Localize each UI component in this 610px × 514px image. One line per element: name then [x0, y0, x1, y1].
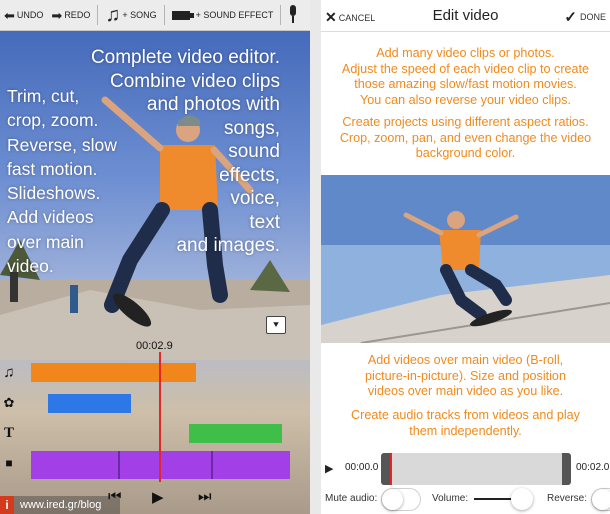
undo-label: UNDO: [16, 10, 44, 20]
promo-line: Slideshows.: [7, 183, 101, 204]
feature-description: Create audio tracks from videos and play…: [321, 408, 610, 439]
feature-line: You can also reverse your video clips.: [360, 92, 571, 107]
editor-toolbar: ⬅ UNDO ➡ REDO ♫ + SONG + SOUND EFFECT: [0, 0, 310, 31]
promo-line: Add videos: [7, 207, 94, 228]
video-track-icon: ■: [5, 456, 13, 470]
playhead-timecode: 00:02.9: [136, 340, 173, 352]
promo-line: Reverse, slow: [7, 134, 117, 155]
play-icon[interactable]: ▶: [325, 462, 333, 475]
sound-effect-icon: [171, 11, 194, 20]
sound-effect-track-icon: ✿: [3, 395, 15, 410]
undo-button[interactable]: ⬅ UNDO: [0, 0, 47, 31]
undo-arrow-icon: ⬅: [4, 7, 15, 23]
feature-line: Adjust the speed of each video clip to c…: [341, 61, 590, 76]
clip-controls: Mute audio: Volume: Reverse:: [321, 485, 610, 514]
add-sound-effect-label: + SOUND EFFECT: [195, 10, 274, 20]
watermark-text: www.ired.gr/blog: [20, 499, 102, 511]
feature-line: picture-in-picture). Size and position: [365, 368, 566, 383]
toggle-knob: [592, 489, 610, 510]
toolbar-divider: [280, 5, 282, 25]
promo-line: video.: [7, 256, 54, 277]
mute-audio-label: Mute audio:: [325, 493, 378, 504]
music-track-icon: ♫: [3, 364, 15, 381]
feature-line: Add many video clips or photos.: [376, 46, 555, 60]
toggle-knob: [382, 489, 403, 510]
redo-label: REDO: [64, 10, 91, 20]
promo-line: Trim, cut,: [7, 86, 80, 106]
feature-line: Add videos over main video (B-roll,: [367, 353, 564, 367]
promo-line: over main: [7, 231, 84, 252]
text-track-icon: T: [3, 425, 14, 441]
feature-line: videos over main video as you like.: [367, 384, 564, 399]
editor-screen: ⬅ UNDO ➡ REDO ♫ + SONG + SOUND EFFECT Co…: [0, 0, 310, 514]
done-button[interactable]: ✓ DONE: [564, 8, 606, 26]
pane-divider: [310, 0, 321, 514]
edit-video-screen: ✕ CANCEL Edit video ✓ DONE Add many vide…: [321, 0, 610, 514]
promo-line: crop, zoom.: [7, 110, 99, 131]
feature-line: those amazing slow/fast motion movies.: [354, 77, 577, 92]
redo-button[interactable]: ➡ REDO: [47, 0, 94, 31]
feature-line: Create projects using different aspect r…: [342, 115, 589, 129]
volume-slider-knob[interactable]: [511, 488, 533, 510]
playhead[interactable]: [159, 352, 161, 482]
feature-line: them independently.: [409, 423, 522, 438]
promo-line: fast motion.: [7, 158, 98, 179]
redo-arrow-icon: ➡: [51, 7, 63, 23]
text-clip[interactable]: [189, 424, 282, 443]
reverse-toggle[interactable]: [591, 488, 610, 511]
song-clip[interactable]: [31, 363, 196, 382]
clip-trimmer: ▶ 00:00.0 00:02.0: [321, 446, 610, 486]
video-preview: [321, 175, 610, 343]
checkmark-icon: ✓: [564, 9, 577, 26]
watermark-badge: i: [0, 496, 14, 514]
music-note-icon: ♫: [105, 4, 121, 26]
volume-label: Volume:: [432, 493, 469, 504]
toolbar-divider: [163, 5, 165, 25]
add-song-label: + SONG: [122, 10, 157, 20]
site-watermark: i www.ired.gr/blog: [0, 496, 120, 514]
sound-effect-clip[interactable]: [48, 394, 131, 413]
trim-position-marker[interactable]: [390, 453, 392, 485]
trim-strip[interactable]: [381, 453, 571, 485]
toolbar-divider: [97, 5, 99, 25]
clip-divider: [211, 451, 213, 479]
promo-line: Complete video editor.: [90, 47, 280, 68]
reverse-label: Reverse:: [547, 493, 588, 504]
nav-bar: ✕ CANCEL Edit video ✓ DONE: [321, 0, 610, 32]
feature-description: Add many video clips or photos. Adjust t…: [321, 46, 610, 108]
feature-line: Create audio tracks from videos and play: [351, 408, 580, 422]
collapse-tray-icon[interactable]: ⯆: [266, 316, 286, 334]
feature-description: Create projects using different aspect r…: [321, 115, 610, 162]
feature-line: Crop, zoom, pan, and even change the vid…: [339, 130, 592, 145]
start-time: 00:00.0: [345, 462, 379, 473]
clip-divider: [118, 451, 120, 479]
add-song-button[interactable]: ♫ + SONG: [101, 0, 160, 31]
mute-audio-toggle[interactable]: [381, 488, 421, 511]
add-voice-button[interactable]: [284, 0, 302, 31]
promo-text-left: Trim, cut, crop, zoom. Reverse, slow fas…: [7, 84, 177, 278]
play-icon[interactable]: ▶: [152, 488, 164, 506]
feature-line: background color.: [415, 146, 516, 161]
feature-description: Add videos over main video (B-roll, pict…: [321, 353, 610, 400]
microphone-icon: [290, 5, 297, 23]
add-sound-effect-button[interactable]: + SOUND EFFECT: [168, 0, 278, 31]
done-label: DONE: [579, 12, 606, 22]
end-time: 00:02.0: [576, 462, 610, 473]
skip-forward-icon[interactable]: ⏭: [198, 488, 212, 505]
